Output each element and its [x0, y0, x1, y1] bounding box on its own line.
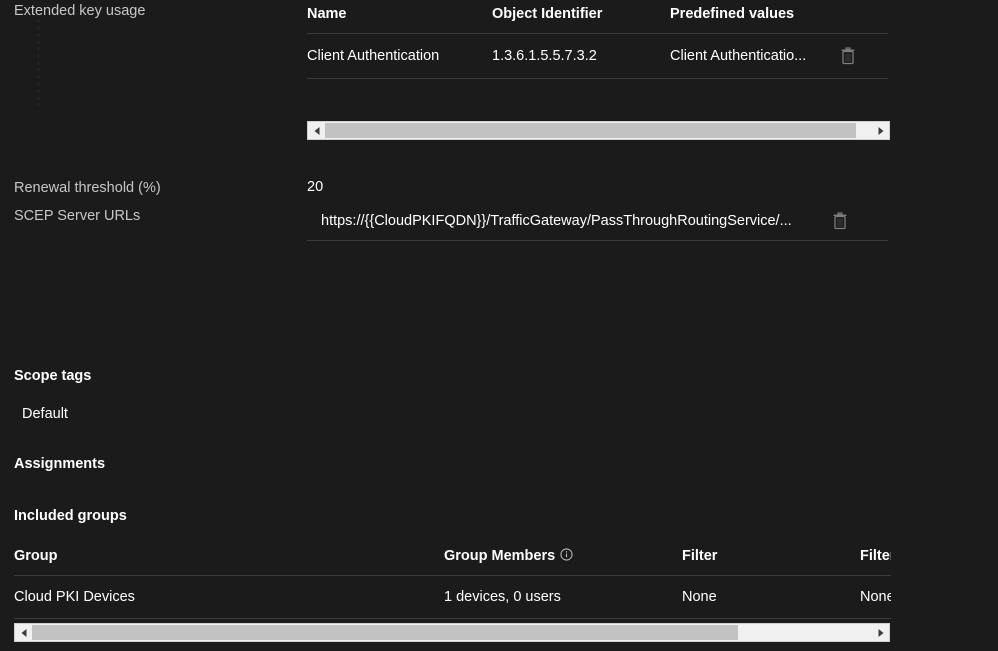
assignments-table: Group Group Members Filter Filter Cloud …: [14, 548, 891, 619]
column-header-filter-name: Filter: [860, 548, 891, 576]
cell-group: Cloud PKI Devices: [14, 575, 444, 619]
table-row: Cloud PKI Devices 1 devices, 0 users Non…: [14, 575, 891, 619]
scep-server-url-row: https://{{CloudPKIFQDN}}/TrafficGateway/…: [307, 206, 888, 241]
table-header-row: Group Group Members Filter Filter: [14, 548, 891, 576]
column-header-name: Name: [307, 6, 492, 34]
extended-key-usage-table: Name Object Identifier Predefined values…: [307, 6, 888, 79]
scroll-right-arrow[interactable]: [872, 122, 889, 139]
cell-name: Client Authentication: [307, 33, 492, 79]
column-header-predefined-values: Predefined values: [670, 6, 840, 34]
trash-icon[interactable]: [832, 212, 848, 230]
assignments-hscrollbar[interactable]: [14, 623, 890, 642]
table-header-row: Name Object Identifier Predefined values: [307, 6, 888, 34]
renewal-threshold-value: 20: [307, 179, 324, 195]
scep-server-urls-label: SCEP Server URLs: [14, 208, 141, 224]
cell-predefined-values: Client Authenticatio...: [670, 33, 840, 79]
scroll-right-arrow[interactable]: [872, 624, 889, 641]
scroll-left-arrow[interactable]: [308, 122, 325, 139]
field-connector-rail: [38, 20, 39, 106]
trash-icon[interactable]: [840, 47, 856, 65]
scroll-track[interactable]: [32, 624, 872, 641]
renewal-threshold-label: Renewal threshold (%): [14, 180, 161, 196]
cell-filter-name: None: [860, 575, 891, 619]
scope-tag-item: Default: [22, 406, 68, 422]
assignments-heading: Assignments: [14, 456, 106, 472]
column-header-group: Group: [14, 548, 444, 576]
column-header-group-members: Group Members: [444, 548, 682, 576]
cell-filter-mode: None: [682, 575, 860, 619]
assignments-table-viewport: Group Group Members Filter Filter Cloud …: [14, 548, 891, 620]
scroll-track[interactable]: [325, 122, 872, 139]
cell-group-members: 1 devices, 0 users: [444, 575, 682, 619]
included-groups-heading: Included groups: [14, 508, 127, 524]
scroll-thumb[interactable]: [32, 625, 738, 640]
scroll-thumb[interactable]: [325, 123, 856, 138]
extended-key-usage-hscrollbar[interactable]: [307, 121, 890, 140]
column-header-actions: [840, 6, 888, 34]
cell-object-identifier: 1.3.6.1.5.5.7.3.2: [492, 33, 670, 79]
column-header-object-identifier: Object Identifier: [492, 6, 670, 34]
scep-server-url-value: https://{{CloudPKIFQDN}}/TrafficGateway/…: [321, 213, 792, 229]
table-row: Client Authentication 1.3.6.1.5.5.7.3.2 …: [307, 33, 888, 79]
scroll-left-arrow[interactable]: [15, 624, 32, 641]
info-icon[interactable]: [560, 548, 573, 561]
scope-tags-heading: Scope tags: [14, 368, 92, 384]
column-header-group-members-label: Group Members: [444, 548, 556, 564]
cell-delete-action[interactable]: [840, 33, 888, 79]
column-header-filter-mode: Filter: [682, 548, 860, 576]
extended-key-usage-label: Extended key usage: [14, 3, 146, 19]
